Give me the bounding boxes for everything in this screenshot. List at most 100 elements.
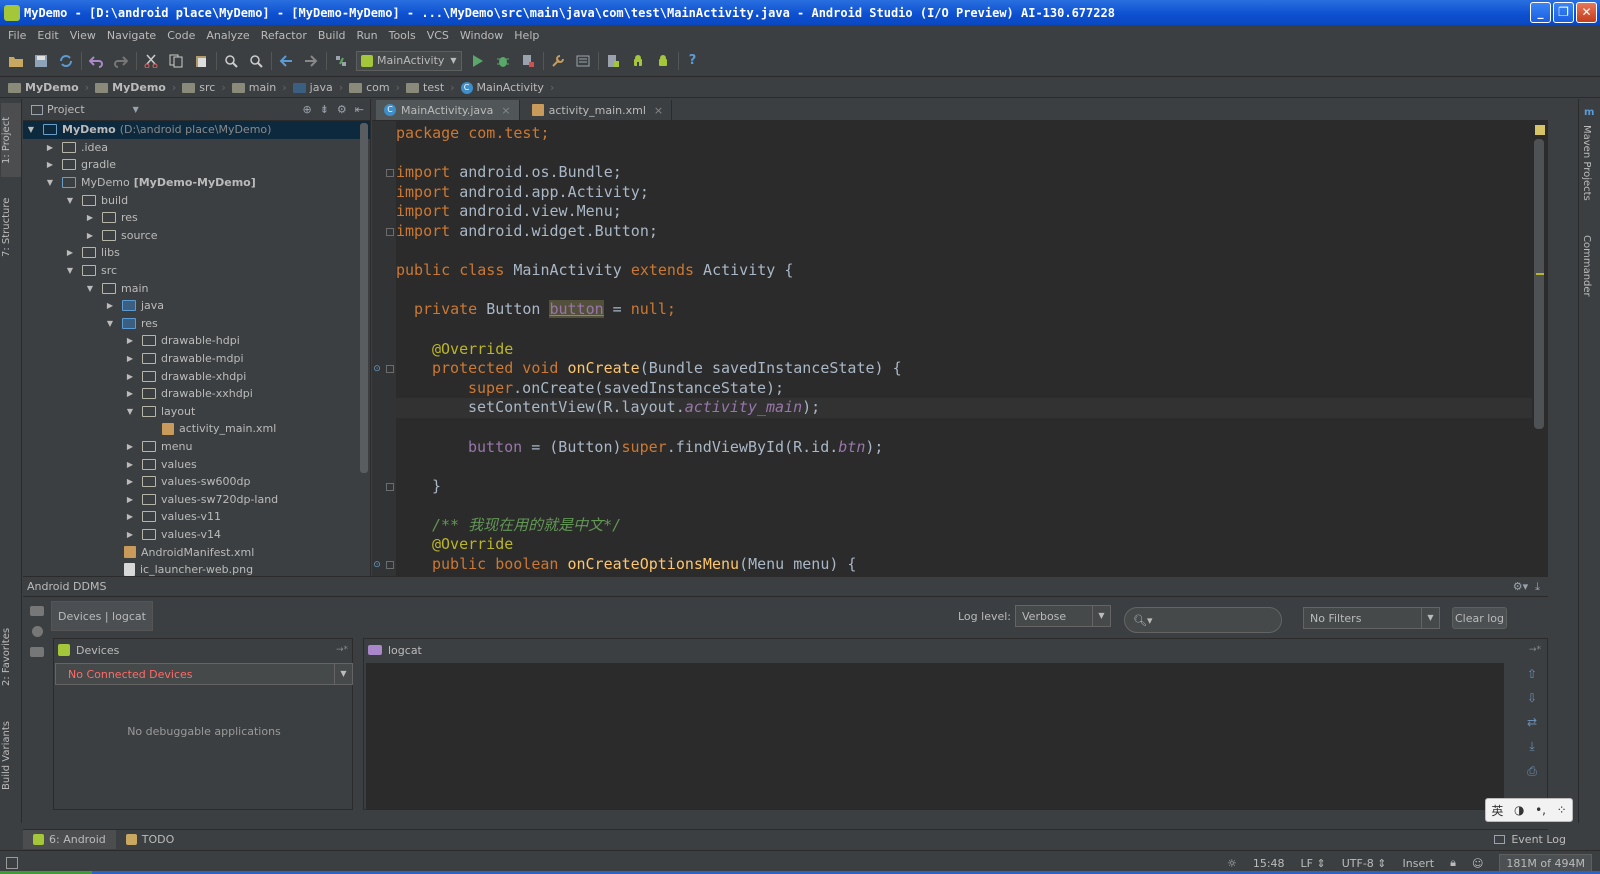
collapsed-arrow-icon[interactable]: ▶	[64, 248, 76, 257]
fold-marker-icon[interactable]	[386, 169, 394, 177]
pin-icon[interactable]: →*	[1529, 645, 1541, 655]
tree-item-menu[interactable]: ▶ menu	[23, 438, 370, 456]
print-icon[interactable]: ⎙	[1527, 764, 1537, 779]
find-icon[interactable]	[221, 51, 241, 71]
tab-android[interactable]: 6: Android	[23, 830, 116, 849]
stop-icon[interactable]	[518, 51, 538, 71]
menu-help[interactable]: Help	[510, 29, 543, 42]
gear-icon[interactable]: ⚙▾	[1513, 580, 1528, 593]
tab-mainactivity-java[interactable]: C MainActivity.java ×	[376, 100, 520, 120]
collapsed-arrow-icon[interactable]: ▶	[124, 389, 136, 398]
tree-item-values-sw720dp-land[interactable]: ▶ values-sw720dp-land	[23, 490, 370, 508]
breadcrumb-item-com[interactable]: com ›	[349, 81, 400, 94]
menu-navigate[interactable]: Navigate	[103, 29, 160, 42]
chevron-down-icon[interactable]: ▼	[133, 105, 139, 114]
run-icon[interactable]	[468, 51, 488, 71]
code-area[interactable]: package com.test; import android.os.Bund…	[396, 121, 1532, 587]
close-tab-icon[interactable]: ×	[501, 104, 510, 117]
tree-item-androidmanifest[interactable]: AndroidManifest.xml	[23, 543, 370, 561]
background-tasks-icon[interactable]: ☼	[1227, 857, 1237, 870]
avd-manager-icon[interactable]	[603, 51, 623, 71]
record-icon[interactable]	[31, 626, 43, 637]
tree-item-src[interactable]: ▼ src	[23, 262, 370, 280]
breadcrumb-item-test[interactable]: test ›	[406, 81, 455, 94]
tree-item-layout[interactable]: ▼ layout	[23, 403, 370, 421]
tree-item-values-v14[interactable]: ▶ values-v14	[23, 526, 370, 544]
menu-build[interactable]: Build	[314, 29, 350, 42]
expanded-arrow-icon[interactable]: ▼	[64, 266, 76, 275]
collapsed-arrow-icon[interactable]: ▶	[124, 442, 136, 451]
breadcrumb-item-src[interactable]: src ›	[182, 81, 226, 94]
menu-window[interactable]: Window	[456, 29, 507, 42]
clear-log-button[interactable]: Clear log	[1452, 607, 1507, 629]
breadcrumb-item-mainactivity[interactable]: C MainActivity ›	[460, 81, 554, 94]
close-tab-icon[interactable]: ×	[654, 104, 663, 117]
system-info-icon[interactable]	[30, 647, 44, 657]
line-separator[interactable]: LF ⇕	[1301, 857, 1326, 870]
override-marker-icon[interactable]: ⊙	[372, 560, 382, 570]
tree-item-mydemo-root[interactable]: ▼ MyDemo (D:\android place\MyDemo)	[23, 121, 370, 139]
tab-maven-projects[interactable]: Maven Projects	[1581, 125, 1592, 201]
undo-icon[interactable]	[86, 51, 106, 71]
menu-code[interactable]: Code	[163, 29, 199, 42]
collapsed-arrow-icon[interactable]: ▶	[124, 477, 136, 486]
tree-item-build-res[interactable]: ▶ res	[23, 209, 370, 227]
tree-item-build[interactable]: ▼ build	[23, 191, 370, 209]
tree-item-main[interactable]: ▼ main	[23, 279, 370, 297]
fold-marker-icon[interactable]	[386, 365, 394, 373]
open-folder-icon[interactable]	[6, 51, 26, 71]
filter-select[interactable]: No Filters ▼	[1303, 607, 1440, 629]
scroll-down-icon[interactable]: ⇩	[1527, 691, 1537, 705]
file-encoding[interactable]: UTF-8 ⇕	[1342, 857, 1387, 870]
debug-icon[interactable]	[493, 51, 513, 71]
tab-todo[interactable]: TODO	[116, 830, 185, 849]
lock-icon[interactable]: 🔒︎	[1450, 856, 1456, 870]
collapsed-arrow-icon[interactable]: ▶	[104, 301, 116, 310]
redo-icon[interactable]	[111, 51, 131, 71]
tab-commander[interactable]: Commander	[1581, 235, 1592, 297]
tree-item-res[interactable]: ▼ res	[23, 315, 370, 333]
breadcrumb-item-mydemo-root[interactable]: MyDemo ›	[8, 81, 89, 94]
logcat-output[interactable]	[366, 663, 1504, 809]
inspection-status-icon[interactable]	[1535, 125, 1545, 135]
insert-mode[interactable]: Insert	[1403, 857, 1435, 870]
soft-wrap-icon[interactable]: ⇄	[1527, 715, 1537, 729]
replace-icon[interactable]	[246, 51, 266, 71]
collapsed-arrow-icon[interactable]: ▶	[84, 213, 96, 222]
tab-activity-main-xml[interactable]: activity_main.xml ×	[524, 100, 673, 120]
collapsed-arrow-icon[interactable]: ▶	[124, 354, 136, 363]
tree-item-values-v11[interactable]: ▶ values-v11	[23, 508, 370, 526]
project-scrollbar[interactable]	[360, 123, 368, 473]
tree-item-java[interactable]: ▶ java	[23, 297, 370, 315]
breadcrumb-item-java[interactable]: java ›	[292, 81, 343, 94]
logcat-search-input[interactable]: 🔍︎▾	[1124, 607, 1282, 633]
expanded-arrow-icon[interactable]: ▼	[25, 125, 37, 134]
make-project-icon[interactable]	[331, 51, 351, 71]
breadcrumb-item-mydemo-module[interactable]: MyDemo ›	[95, 81, 176, 94]
ime-moon-icon[interactable]: ◑	[1514, 803, 1524, 817]
maximize-button[interactable]: ❐	[1553, 2, 1574, 23]
menu-vcs[interactable]: VCS	[423, 29, 453, 42]
tree-item-values-sw600dp[interactable]: ▶ values-sw600dp	[23, 473, 370, 491]
caret-position[interactable]: 15:48	[1253, 857, 1285, 870]
menu-view[interactable]: View	[66, 29, 100, 42]
tree-item-values[interactable]: ▶ values	[23, 455, 370, 473]
tree-item-drawable-xxhdpi[interactable]: ▶ drawable-xxhdpi	[23, 385, 370, 403]
collapse-all-icon[interactable]: ⇟	[320, 103, 329, 116]
warning-marker[interactable]	[1536, 273, 1544, 275]
tab-build-variants[interactable]: Build Variants	[1, 711, 21, 801]
pin-icon[interactable]: →*	[336, 645, 348, 655]
fold-marker-icon[interactable]	[386, 561, 394, 569]
editor-scrollbar[interactable]	[1534, 139, 1544, 429]
expanded-arrow-icon[interactable]: ▼	[64, 196, 76, 205]
collapsed-arrow-icon[interactable]: ▶	[124, 460, 136, 469]
android-monitor-icon[interactable]	[653, 51, 673, 71]
tree-item-drawable-xhdpi[interactable]: ▶ drawable-xhdpi	[23, 367, 370, 385]
project-view-select[interactable]: Project	[47, 103, 85, 116]
tab-structure[interactable]: 7: Structure	[1, 187, 21, 267]
collapsed-arrow-icon[interactable]: ▶	[124, 372, 136, 381]
collapsed-arrow-icon[interactable]: ▶	[124, 512, 136, 521]
tree-item-drawable-mdpi[interactable]: ▶ drawable-mdpi	[23, 350, 370, 368]
tree-item-libs[interactable]: ▶ libs	[23, 244, 370, 262]
tab-devices-logcat[interactable]: Devices | logcat	[51, 601, 153, 631]
